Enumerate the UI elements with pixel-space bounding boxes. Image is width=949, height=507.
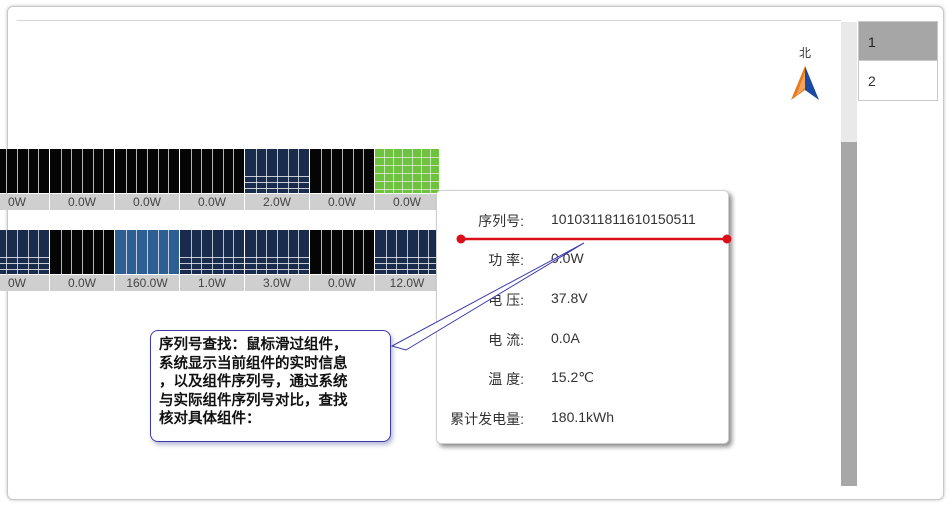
panel-power-label: 12.0W	[375, 275, 439, 291]
callout-line: 核对具体组件：	[159, 410, 261, 427]
solar-panel[interactable]: 2.0W	[245, 149, 309, 211]
energy-label: 累计发电量:	[450, 411, 524, 427]
panel-power-label: 1.0W	[180, 275, 244, 291]
panel-power-label: 0W	[0, 275, 49, 291]
power-row: 功 率: 0.0W	[437, 250, 730, 270]
current-row: 电 流: 0.0A	[437, 330, 730, 350]
panel-cell	[180, 149, 244, 193]
temperature-row: 温 度: 15.2℃	[437, 369, 730, 389]
solar-panel[interactable]: 0.0W	[310, 149, 374, 211]
panel-cell	[115, 149, 179, 193]
solar-panel[interactable]: 12.0W	[375, 230, 439, 292]
solar-panel[interactable]: 3.0W	[245, 230, 309, 292]
current-label: 电 流:	[488, 332, 524, 348]
panel-cell	[245, 230, 309, 274]
top-divider	[17, 20, 841, 21]
solar-panel[interactable]: 160.0W	[115, 230, 179, 292]
panel-power-label: 0.0W	[310, 194, 374, 210]
solar-panel[interactable]: 0.0W	[50, 149, 114, 211]
panel-power-label: 0.0W	[115, 194, 179, 210]
voltage-row: 电 压: 37.8V	[437, 290, 730, 310]
north-arrow-icon	[791, 66, 819, 100]
solar-panel[interactable]: 0.0W	[310, 230, 374, 292]
callout-line: 系统显示当前组件的实时信息	[159, 354, 348, 372]
panel-cell	[50, 149, 114, 193]
voltage-value: 37.8V	[551, 290, 588, 306]
voltage-label: 电 压:	[488, 292, 524, 308]
panel-info-tooltip: 序列号: 1010311811610150511 功 率: 0.0W 电 压: …	[436, 190, 729, 444]
callout-line: 与实际组件序列号对比，查找	[159, 391, 348, 409]
panel-cell	[50, 230, 114, 274]
panel-power-label: 0W	[0, 194, 49, 210]
panel-power-label: 0.0W	[50, 275, 114, 291]
current-value: 0.0A	[551, 330, 580, 346]
solar-panel[interactable]: 0.0W	[50, 230, 114, 292]
instruction-callout: 序列号查找：鼠标滑过组件， 系统显示当前组件的实时信息 ，以及组件序列号，通过系…	[150, 330, 391, 442]
solar-panel[interactable]: 0.0W	[375, 149, 439, 211]
serial-value: 1010311811610150511	[551, 211, 696, 227]
panel-power-label: 160.0W	[115, 275, 179, 291]
panel-cell	[115, 230, 179, 274]
solar-panel[interactable]: 0W	[0, 230, 49, 292]
callout-line: 序列号查找：鼠标滑过组件，	[159, 336, 348, 353]
compass-north-label: 北	[798, 46, 811, 60]
solar-panel[interactable]: 1.0W	[180, 230, 244, 292]
panel-power-label: 0.0W	[375, 194, 439, 210]
panel-cell	[0, 230, 49, 274]
solar-panel[interactable]: 0.0W	[180, 149, 244, 211]
solar-panel[interactable]: 0W	[0, 149, 49, 211]
panel-cell	[375, 149, 439, 193]
compass: 北	[787, 44, 823, 104]
solar-panel[interactable]: 0.0W	[115, 149, 179, 211]
scrollbar-track-top[interactable]	[841, 22, 857, 142]
panel-cell	[310, 149, 374, 193]
page-tabs: 1 2	[858, 21, 938, 101]
vertical-scrollbar[interactable]	[841, 22, 857, 486]
panel-power-label: 0.0W	[50, 194, 114, 210]
panel-cell	[310, 230, 374, 274]
serial-row: 序列号: 1010311811610150511	[437, 211, 730, 231]
power-value: 0.0W	[551, 250, 584, 266]
panel-power-label: 0.0W	[180, 194, 244, 210]
panel-cell	[0, 149, 49, 193]
temperature-value: 15.2℃	[551, 369, 594, 385]
panel-power-label: 2.0W	[245, 194, 309, 210]
panel-cell	[375, 230, 439, 274]
page-tab-2[interactable]: 2	[858, 61, 938, 101]
power-label: 功 率:	[488, 252, 524, 268]
panel-power-label: 0.0W	[310, 275, 374, 291]
panel-cell	[180, 230, 244, 274]
callout-line: ，以及组件序列号，通过系统	[159, 373, 348, 390]
serial-label: 序列号:	[478, 213, 524, 229]
panel-cell	[245, 149, 309, 193]
page-tab-1[interactable]: 1	[858, 21, 938, 61]
energy-value: 180.1kWh	[551, 409, 615, 425]
panel-power-label: 3.0W	[245, 275, 309, 291]
energy-row: 累计发电量: 180.1kWh	[437, 409, 730, 429]
temperature-label: 温 度:	[488, 371, 524, 387]
